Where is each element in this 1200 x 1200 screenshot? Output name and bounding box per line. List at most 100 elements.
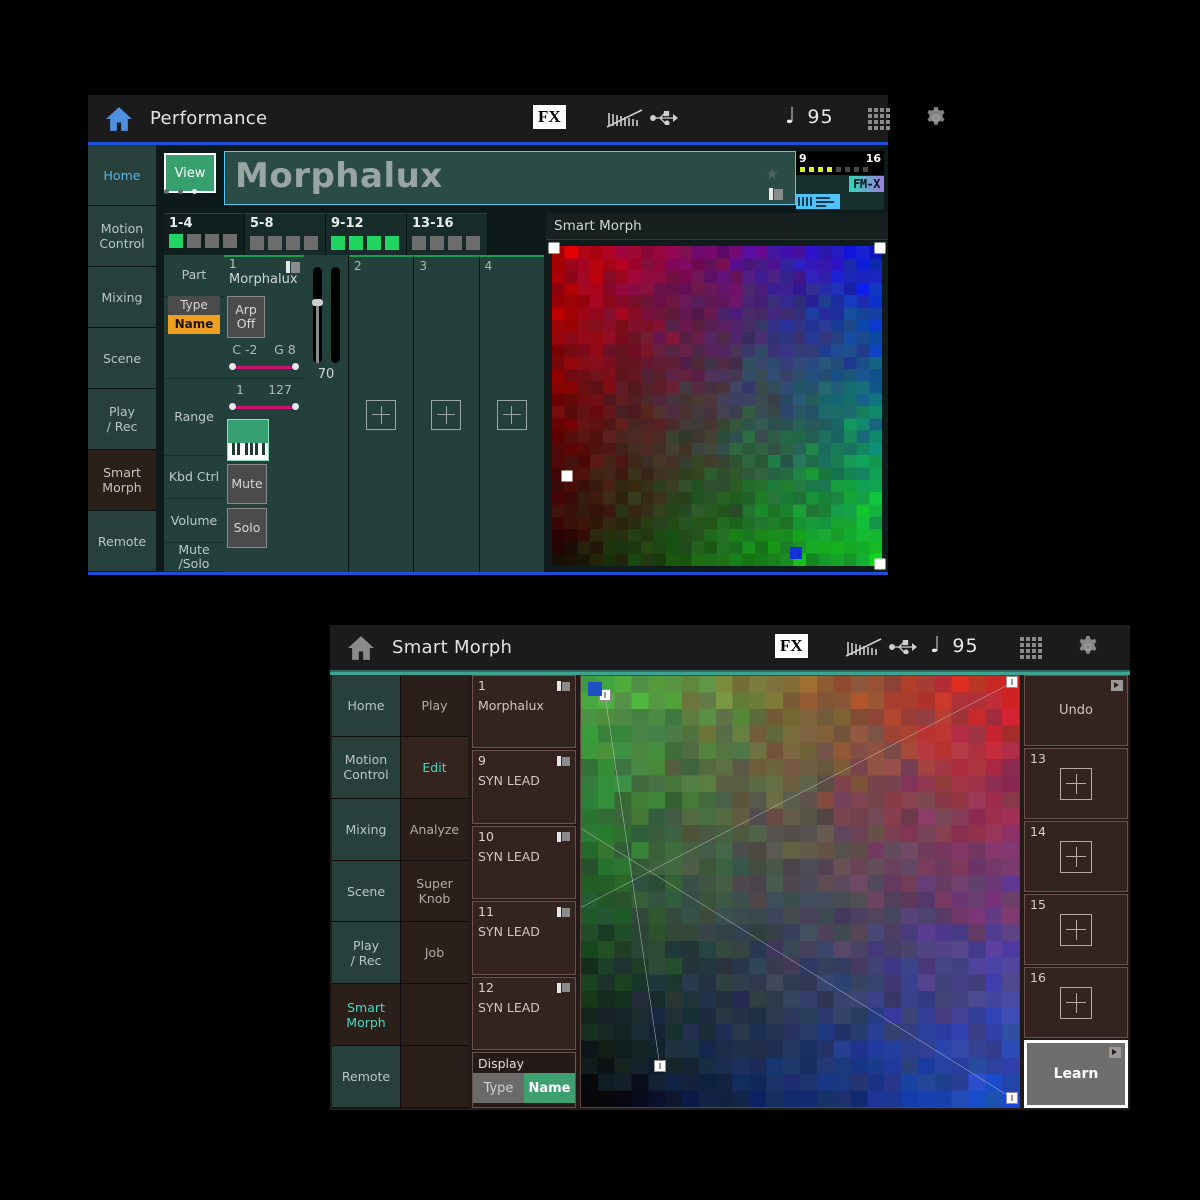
arp-button[interactable]: Arp Off — [227, 296, 265, 338]
part-tab-label: 9-12 — [331, 216, 364, 231]
sidebar-item-home[interactable]: Home — [332, 675, 400, 737]
fx-badge[interactable]: FX — [533, 105, 566, 129]
part-tab-13-16[interactable]: 13-16 — [407, 213, 488, 255]
plus-icon[interactable] — [431, 400, 461, 430]
morph-slot-14[interactable]: 14 — [1024, 821, 1128, 892]
display-type-button[interactable]: Type — [473, 1073, 524, 1103]
window1-titlebar: Performance FX — [88, 95, 888, 142]
sidebar-item-smart-morph[interactable]: Smart Morph — [332, 984, 400, 1046]
sidebar-item-play-rec[interactable]: Play / Rec — [88, 389, 156, 450]
volume-fader[interactable] — [313, 267, 322, 363]
smart-morph-edit-map[interactable] — [580, 675, 1020, 1108]
subnav-item-empty-2 — [400, 1046, 468, 1108]
keyboard-control-icon[interactable] — [227, 419, 269, 461]
subnav-item-play[interactable]: Play — [400, 675, 468, 737]
sidebar-item-motion-control[interactable]: Motion Control — [88, 206, 156, 267]
morph-node[interactable] — [875, 559, 886, 570]
type-name-toggle[interactable]: Type Name — [168, 296, 220, 334]
name-button[interactable]: Name — [168, 315, 220, 334]
subnav-item-super-knob[interactable]: Super Knob — [400, 861, 468, 923]
morph-node[interactable] — [561, 471, 572, 482]
performance-name-field[interactable]: Morphalux ★ — [224, 151, 796, 205]
tempo-value[interactable]: 95 — [952, 635, 978, 657]
smart-morph-panel: Smart Morph — [546, 213, 888, 572]
morph-part-card-12[interactable]: 12 SYN LEAD — [472, 977, 576, 1050]
row-label-part: Part — [164, 255, 224, 297]
tempo-value[interactable]: 95 — [807, 106, 833, 128]
morph-slot-16[interactable]: 16 — [1024, 967, 1128, 1038]
plus-icon[interactable] — [1060, 914, 1092, 946]
smart-morph-map[interactable] — [552, 246, 882, 566]
subnav-item-edit[interactable]: Edit — [400, 737, 468, 799]
sidebar-item-label: Smart Morph — [102, 465, 141, 495]
part-tab-5-8[interactable]: 5-8 — [245, 213, 326, 255]
plus-icon[interactable] — [1060, 768, 1092, 800]
home-icon[interactable] — [88, 106, 150, 132]
sidebar-item-motion-control[interactable]: Motion Control — [332, 737, 400, 799]
plus-icon[interactable] — [497, 400, 527, 430]
display-name-button[interactable]: Name — [524, 1073, 575, 1103]
morph-slot-13[interactable]: 13 — [1024, 748, 1128, 819]
part-name: SYN LEAD — [478, 849, 540, 864]
sidebar-item-smart-morph[interactable]: Smart Morph — [88, 450, 156, 511]
morph-node[interactable] — [654, 1060, 666, 1072]
page-dots[interactable] — [164, 189, 197, 194]
expand-arrow-icon[interactable] — [1111, 680, 1123, 691]
subnav-item-analyze[interactable]: Analyze — [400, 799, 468, 861]
morph-node-selected[interactable] — [790, 547, 802, 559]
part-slot-4[interactable]: 4 — [480, 255, 544, 572]
window1-body: Home Motion Control Mixing Scene Play / … — [88, 145, 888, 572]
volume-fader-secondary[interactable] — [331, 267, 340, 363]
gear-icon[interactable] — [1076, 635, 1100, 663]
morph-part-card-9[interactable]: 9 SYN LEAD — [472, 750, 576, 823]
morph-part-card-10[interactable]: 10 SYN LEAD — [472, 826, 576, 899]
expand-arrow-icon[interactable] — [1109, 1047, 1121, 1058]
slot1-kbd-ctrl[interactable] — [224, 418, 304, 462]
slot1-velocity-range[interactable]: 1 127 — [224, 378, 304, 418]
sidebar-item-label: Remote — [342, 1069, 390, 1084]
morph-part-card-11[interactable]: 11 SYN LEAD — [472, 901, 576, 974]
morph-node-selected[interactable] — [588, 682, 602, 696]
sidebar-item-play-rec[interactable]: Play / Rec — [332, 922, 400, 984]
morph-node[interactable] — [1006, 1092, 1018, 1104]
plus-icon[interactable] — [1060, 841, 1092, 873]
morph-node[interactable] — [548, 242, 559, 253]
part-slot-3[interactable]: 3 — [414, 255, 479, 572]
part-name: SYN LEAD — [478, 1000, 540, 1015]
grid-icon[interactable] — [868, 108, 890, 130]
row-label-range: Range — [164, 379, 224, 456]
learn-button[interactable]: Learn — [1024, 1040, 1128, 1108]
home-icon[interactable] — [330, 635, 392, 661]
slot1-note-range[interactable]: C -2 G 8 — [224, 339, 304, 378]
sidebar-item-remote[interactable]: Remote — [332, 1046, 400, 1108]
sidebar-item-label: Play / Rec — [107, 404, 138, 434]
fader-icon — [845, 636, 887, 662]
grid-icon[interactable] — [1020, 637, 1042, 659]
sidebar-item-scene[interactable]: Scene — [332, 861, 400, 923]
slot1-name-cell[interactable]: 1 Morphalux — [224, 255, 304, 293]
type-button[interactable]: Type — [168, 296, 220, 315]
undo-button[interactable]: Undo — [1024, 675, 1128, 746]
sidebar-item-home[interactable]: Home — [88, 145, 156, 206]
morph-slot-15[interactable]: 15 — [1024, 894, 1128, 965]
sidebar-item-mixing[interactable]: Mixing — [332, 799, 400, 861]
plus-icon[interactable] — [366, 400, 396, 430]
fx-badge[interactable]: FX — [775, 634, 808, 658]
sidebar-item-mixing[interactable]: Mixing — [88, 267, 156, 328]
part-tab-1-4[interactable]: 1-4 — [164, 213, 245, 255]
view-button[interactable]: View — [164, 153, 216, 193]
solo-button[interactable]: Solo — [227, 508, 267, 548]
sidebar-item-remote[interactable]: Remote — [88, 511, 156, 572]
part-leds — [800, 167, 868, 172]
part-tab-9-12[interactable]: 9-12 — [326, 213, 407, 255]
sidebar-item-scene[interactable]: Scene — [88, 328, 156, 389]
part-slot-2[interactable]: 2 — [349, 255, 414, 572]
plus-icon[interactable] — [1060, 987, 1092, 1019]
star-icon[interactable]: ★ — [766, 165, 779, 183]
morph-part-card-1[interactable]: 1 Morphalux — [472, 675, 576, 748]
morph-node[interactable] — [1006, 676, 1018, 688]
gear-icon[interactable] — [924, 106, 948, 134]
mute-button[interactable]: Mute — [227, 464, 267, 504]
morph-node[interactable] — [875, 242, 886, 253]
subnav-item-job[interactable]: Job — [400, 922, 468, 984]
